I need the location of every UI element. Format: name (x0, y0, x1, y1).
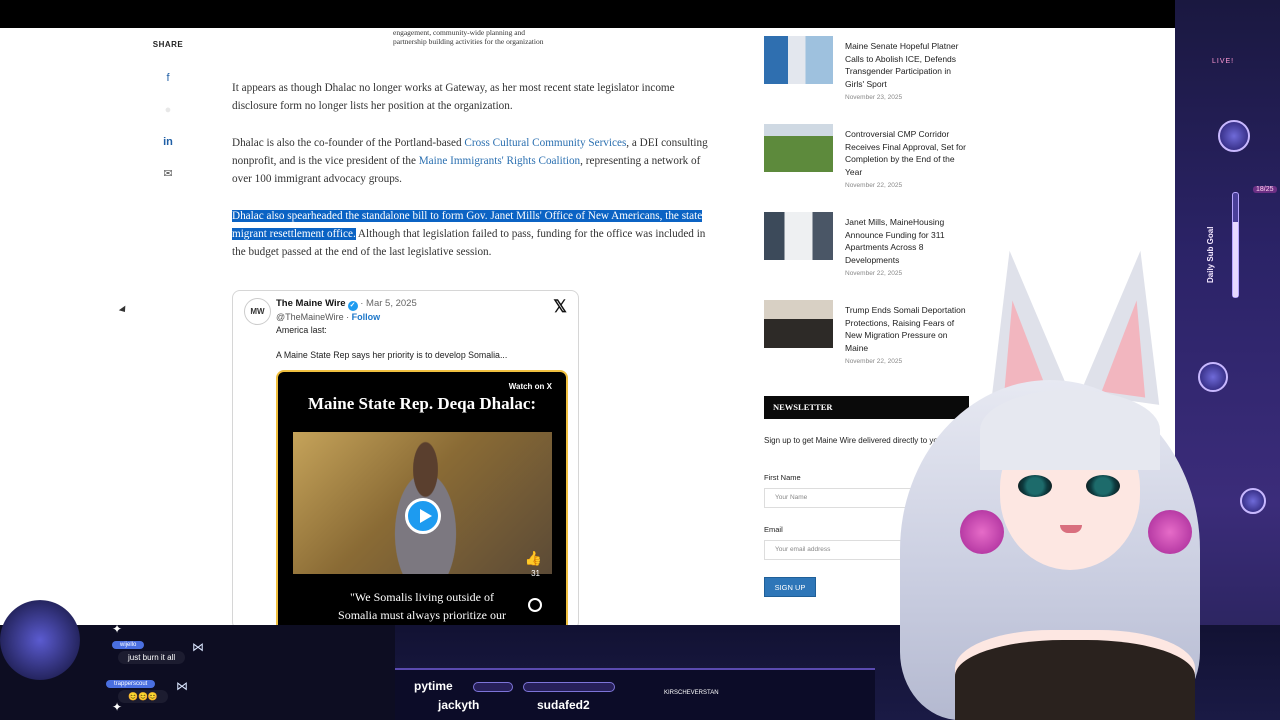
news-date: November 22, 2025 (845, 182, 903, 189)
tweet-avatar[interactable]: MW (244, 298, 271, 325)
top-bar (0, 0, 1280, 28)
news-date: November 23, 2025 (845, 94, 903, 101)
play-icon[interactable] (405, 498, 441, 534)
news-thumbnail[interactable] (764, 36, 833, 84)
news-thumbnail[interactable] (764, 124, 833, 172)
avatar-eye (1086, 475, 1120, 497)
watch-on-x-label[interactable]: Watch on X (509, 382, 552, 391)
chat-username: wijello (112, 641, 145, 649)
sign-up-button[interactable]: SIGN UP (764, 577, 816, 597)
quote-line: Somalia must always prioritize our (338, 608, 506, 622)
article-paragraph: It appears as though Dhalac no longer wo… (232, 82, 675, 112)
cross-cultural-link[interactable]: Cross Cultural Community Services (464, 137, 626, 149)
star-badge-icon (1218, 120, 1250, 152)
tweet-video[interactable]: Watch on X Maine State Rep. Deqa Dhalac:… (276, 370, 568, 625)
avatar-outfit (955, 640, 1195, 720)
share-bar: SHARE f ● in ✉ (150, 40, 186, 181)
caption-line: partnership building activities for the … (393, 37, 544, 46)
chat-username: trapperscout (106, 680, 156, 688)
news-thumbnail[interactable] (764, 212, 833, 260)
video-quote: "We Somalis living outside of Somalia mu… (278, 588, 566, 624)
sub-goal-fill (1233, 222, 1238, 297)
article-paragraph: Dhalac also spearheaded the standalone b… (232, 207, 710, 261)
star-badge-icon (1240, 488, 1266, 514)
tweet-handle[interactable]: @TheMaineWire · (276, 312, 352, 322)
linkedin-icon[interactable]: in (161, 135, 175, 149)
x-logo-icon[interactable]: 𝕏 (553, 297, 567, 317)
immigrants-rights-link[interactable]: Maine Immigrants' Rights Coalition (419, 155, 580, 167)
ticker-pill (473, 682, 513, 692)
like-count: 31 (531, 569, 540, 578)
tweet-author[interactable]: The Maine Wire ✓ · Mar 5, 2025 (276, 298, 417, 311)
verified-icon: ✓ (347, 301, 358, 311)
news-item[interactable]: Maine Senate Hopeful Platner Calls to Ab… (764, 36, 969, 124)
ticker-pill (523, 682, 615, 692)
first-name-label: First Name (764, 473, 801, 482)
email-label: Email (764, 525, 783, 534)
article-body: It appears as though Dhalac no longer wo… (232, 79, 710, 280)
share-label: SHARE (152, 40, 184, 49)
avatar-bangs (980, 390, 1160, 470)
ticker-name: sudafed2 (537, 698, 590, 712)
star-icon: ✦ (112, 700, 123, 714)
news-thumbnail[interactable] (764, 300, 833, 348)
like-icon[interactable]: 👍 (525, 550, 542, 567)
avatar-eye (1018, 475, 1052, 497)
tweet-text: America last: (276, 325, 327, 335)
follow-link[interactable]: Follow (352, 312, 381, 322)
hair-bow (960, 510, 1004, 554)
news-item[interactable]: Controversial CMP Corridor Receives Fina… (764, 124, 969, 212)
star-icon: ✦ (112, 622, 123, 636)
live-label: LIVE! (1212, 58, 1235, 65)
facebook-icon[interactable]: f (161, 71, 175, 85)
tweet-author-name[interactable]: The Maine Wire (276, 298, 346, 309)
quote-line: "We Somalis living outside of (350, 590, 494, 604)
vtuber-avatar (860, 240, 1230, 720)
tweet-date[interactable]: · Mar 5, 2025 (358, 298, 417, 309)
image-caption: engagement, community-wide planning and … (393, 28, 573, 46)
event-ticker (395, 668, 875, 720)
hair-bow (1148, 510, 1192, 554)
chat-message: just burn it all (118, 651, 186, 664)
chat-message: 😊😊😊 (118, 690, 168, 703)
ticker-name: jackyth (438, 698, 480, 712)
caption-line: engagement, community-wide planning and (393, 28, 526, 37)
tweet-text: A Maine State Rep says her priority is t… (276, 350, 508, 360)
email-icon[interactable]: ✉ (161, 167, 175, 181)
avatar-mouth (1060, 525, 1082, 533)
sub-goal-bar (1232, 192, 1239, 298)
news-title[interactable]: Maine Senate Hopeful Platner Calls to Ab… (845, 40, 969, 90)
bubble-icon (0, 600, 80, 680)
tweet-handle-row: @TheMaineWire · Follow (276, 312, 380, 322)
tweet-embed[interactable]: MW The Maine Wire ✓ · Mar 5, 2025 @TheMai… (232, 290, 579, 625)
mouse-cursor-icon (118, 305, 129, 315)
video-title: Maine State Rep. Deqa Dhalac: (307, 394, 537, 413)
comment-icon[interactable] (528, 598, 542, 612)
sub-goal-count: 18/25 (1253, 186, 1277, 193)
bow-icon: ⋈ (176, 679, 188, 693)
paragraph-text: Dhalac is also the co-founder of the Por… (232, 137, 465, 149)
twitter-icon[interactable]: ● (161, 103, 175, 117)
article-paragraph: Dhalac is also the co-founder of the Por… (232, 134, 710, 188)
news-title[interactable]: Controversial CMP Corridor Receives Fina… (845, 128, 969, 178)
follower-tag: KIRSCHEVERSTAN (664, 690, 719, 696)
ticker-name: pytime (414, 679, 453, 693)
bow-icon: ⋈ (192, 640, 204, 654)
